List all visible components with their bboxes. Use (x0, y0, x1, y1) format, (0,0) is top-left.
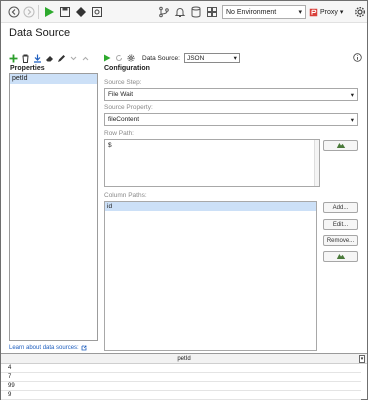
data-source-select[interactable]: JSON ▾ (183, 53, 240, 63)
row-path-scrollbar[interactable] (314, 140, 319, 186)
row-path-label: Row Path: (104, 130, 134, 137)
learn-data-sources-link[interactable]: Learn about data sources: (9, 345, 87, 351)
column-paths-label: Column Paths: (104, 192, 147, 199)
import-button[interactable] (33, 54, 42, 63)
grid-header[interactable]: petId ▾ (1, 354, 367, 364)
row-path-xpath-button[interactable] (323, 140, 358, 151)
edit-column-button[interactable]: Edit... (323, 219, 358, 230)
pencil-icon (58, 54, 65, 62)
settings-button[interactable] (353, 5, 367, 19)
clear-button[interactable] (45, 54, 54, 63)
chevron-down-icon: ▾ (350, 116, 354, 124)
column-menu-button[interactable]: ▾ (359, 355, 365, 363)
source-step-value: File Wait (108, 91, 134, 98)
column-paths-list[interactable]: id (104, 201, 317, 351)
chevron-down-icon: ▾ (298, 9, 302, 16)
source-property-select[interactable]: fileContent ▾ (104, 113, 358, 126)
chevron-down-icon: ▾ (360, 356, 364, 362)
proxy-label: Proxy (320, 8, 338, 16)
source-property-label: Source Property: (104, 104, 153, 111)
move-up-button[interactable] (81, 54, 90, 63)
refresh-button[interactable] (115, 54, 123, 62)
run-datasource-button[interactable] (103, 54, 111, 62)
chevron-down-icon: ▾ (339, 9, 344, 16)
download-icon (34, 54, 41, 63)
configuration-heading: Configuration (104, 65, 150, 72)
grid-column-header: petId (177, 355, 191, 362)
grid-icon (207, 7, 217, 17)
diamond-icon (76, 7, 86, 17)
environments-button[interactable] (205, 5, 219, 19)
back-arrow-icon (8, 6, 20, 18)
table-row[interactable]: 4 (1, 364, 361, 373)
database-button[interactable] (189, 5, 203, 19)
remove-column-button[interactable]: Remove... (323, 235, 358, 246)
proxy-button[interactable]: Proxy ▾ (309, 5, 351, 19)
xpath-icon (336, 254, 345, 259)
refresh-icon (116, 55, 122, 61)
source-step-select[interactable]: File Wait ▾ (104, 88, 358, 101)
list-item[interactable]: id (105, 202, 316, 211)
properties-heading: Properties (10, 65, 45, 72)
data-source-label: Data Source: (142, 54, 180, 62)
info-icon[interactable] (353, 53, 362, 62)
chevron-up-icon (82, 56, 89, 60)
chevron-down-icon: ▾ (350, 91, 354, 99)
edit-property-button[interactable] (57, 54, 66, 63)
row-path-value: $ (108, 142, 112, 149)
save-button[interactable] (58, 5, 72, 19)
add-column-button[interactable]: Add... (323, 202, 358, 213)
data-grid: petId ▾ 4 7 99 9 (1, 353, 367, 400)
environment-select[interactable]: No Environment ▾ (222, 5, 306, 19)
notifications-button[interactable] (173, 5, 187, 19)
learn-link-label: Learn about data sources: (9, 345, 79, 351)
inspect-button[interactable] (90, 5, 104, 19)
play-icon (104, 54, 111, 62)
datasource-settings-button[interactable] (127, 54, 135, 62)
properties-toolbar (9, 52, 90, 64)
properties-list[interactable]: petId (9, 73, 98, 341)
chevron-down-icon (70, 56, 77, 60)
environment-value: No Environment (226, 8, 277, 16)
eraser-icon (46, 55, 53, 61)
page-title: Data Source (9, 27, 71, 39)
gear-icon (127, 54, 135, 62)
configuration-toolbar: Data Source: JSON ▾ (103, 52, 240, 64)
branch-button[interactable] (157, 5, 171, 19)
main-toolbar: No Environment ▾ Proxy ▾ (1, 1, 367, 23)
branch-icon (159, 6, 169, 18)
table-row[interactable]: 7 (1, 373, 361, 382)
delete-property-button[interactable] (21, 54, 30, 63)
plus-icon (9, 54, 18, 62)
row-path-input[interactable]: $ (104, 139, 320, 187)
data-source-value: JSON (186, 54, 205, 62)
save-icon (60, 7, 70, 17)
table-row[interactable]: 9 (1, 391, 361, 400)
trash-icon (22, 54, 29, 63)
database-icon (191, 6, 201, 18)
gear-icon (354, 6, 366, 18)
back-button[interactable] (7, 5, 21, 19)
chevron-down-icon: ▾ (233, 55, 237, 62)
add-property-button[interactable] (9, 54, 18, 63)
step-button[interactable] (74, 5, 88, 19)
forward-button[interactable] (22, 5, 36, 19)
play-icon (45, 7, 54, 17)
column-path-xpath-button[interactable] (323, 251, 358, 262)
bell-icon (174, 8, 186, 17)
proxy-icon (309, 8, 318, 16)
forward-arrow-icon (23, 6, 35, 18)
xpath-icon (336, 143, 345, 148)
table-row[interactable]: 99 (1, 382, 361, 391)
source-step-label: Source Step: (104, 79, 142, 86)
inspect-icon (92, 7, 102, 17)
move-down-button[interactable] (69, 54, 78, 63)
list-item[interactable]: petId (10, 74, 97, 84)
run-button[interactable] (42, 5, 56, 19)
source-property-value: fileContent (108, 116, 140, 123)
external-link-icon (81, 345, 87, 351)
